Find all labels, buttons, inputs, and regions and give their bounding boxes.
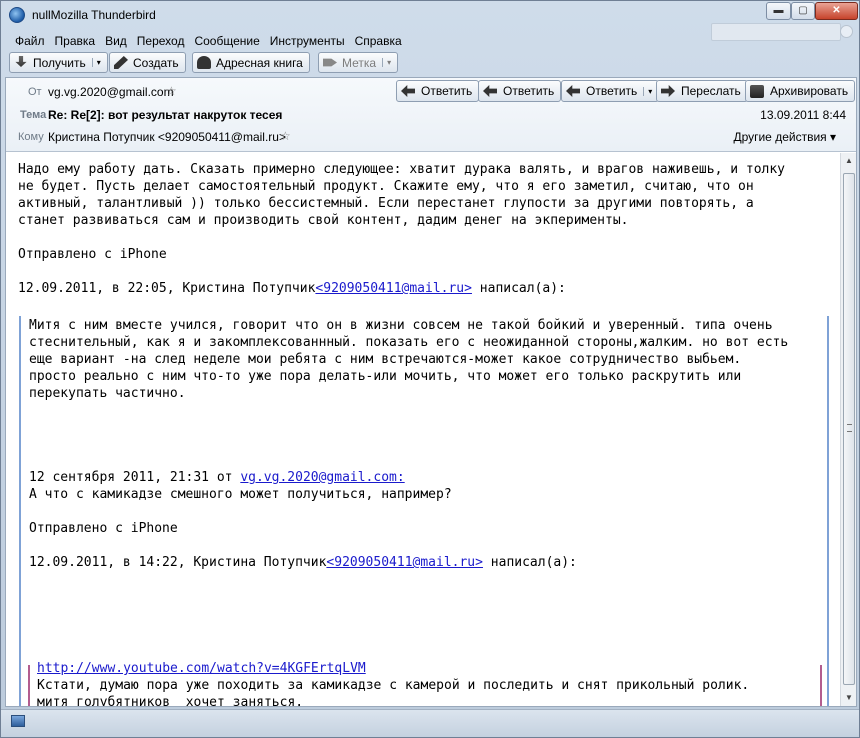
attribution-suffix: написал(а): xyxy=(482,555,577,570)
reply-button[interactable]: Ответить xyxy=(396,80,480,102)
reply-arrow-icon xyxy=(401,85,415,97)
chevron-down-icon[interactable]: ▾ xyxy=(643,86,652,96)
message-date: 13.09.2011 8:44 xyxy=(760,108,846,122)
youtube-link-line: http://www.youtube.com/watch?v=4KGFErtqL… xyxy=(37,660,366,677)
sent-from-iphone: Отправлено с iPhone xyxy=(18,247,167,262)
attribution-line: 12.09.2011, в 22:05, Кристина Потупчик<9… xyxy=(18,280,566,297)
star-icon[interactable]: ☆ xyxy=(166,84,177,98)
compose-label: Создать xyxy=(133,55,179,70)
quote-line: еще вариант -на след неделе мои ребята с… xyxy=(29,352,742,367)
attribution-text: 12.09.2011, в 22:05, Кристина Потупчик xyxy=(18,281,316,296)
download-icon xyxy=(15,56,27,68)
quote-line: А что с камикадзе смешного может получит… xyxy=(29,487,452,502)
message-pane: От vg.vg.2020@gmail.com ☆ Ответить Ответ… xyxy=(5,77,857,707)
message-body: Надо ему работу дать. Сказать примерно с… xyxy=(6,153,840,706)
tag-icon xyxy=(323,58,337,67)
archive-label: Архивировать xyxy=(770,84,849,98)
window-title: nullMozilla Thunderbird xyxy=(32,8,156,22)
archive-button[interactable]: Архивировать xyxy=(745,80,856,102)
address-book-button[interactable]: Адресная книга xyxy=(192,52,310,73)
menu-file[interactable]: Файл xyxy=(5,32,50,50)
attribution-line: 12.09.2011, в 14:22, Кристина Потупчик<9… xyxy=(29,554,577,571)
archive-box-icon xyxy=(750,84,764,98)
email-link[interactable]: <9209050411@mail.ru> xyxy=(326,555,483,570)
search-icon xyxy=(840,25,853,38)
menu-tools[interactable]: Инструменты xyxy=(265,32,350,50)
to-label: Кому xyxy=(18,131,44,143)
sent-from-iphone: Отправлено с iPhone xyxy=(29,521,178,536)
address-book-icon xyxy=(197,56,211,69)
reply-list-button[interactable]: Ответить ▾ xyxy=(561,80,660,102)
scroll-down-arrow-icon[interactable]: ▼ xyxy=(842,691,856,705)
attribution-line: 12 сентября 2011, 21:31 от vg.vg.2020@gm… xyxy=(29,469,405,486)
maximize-button[interactable]: ▢ xyxy=(791,2,815,20)
minimize-button[interactable]: ▬ xyxy=(766,2,791,20)
reply-label: Ответить xyxy=(421,84,473,98)
from-value[interactable]: vg.vg.2020@gmail.com xyxy=(48,85,174,99)
youtube-link[interactable]: http://www.youtube.com/watch?v=4KGFErtqL… xyxy=(37,661,366,676)
get-mail-label: Получить xyxy=(33,55,86,70)
chevron-down-icon[interactable]: ▾ xyxy=(91,58,101,67)
forward-arrow-icon xyxy=(661,85,675,97)
menu-go[interactable]: Переход xyxy=(132,32,190,50)
get-mail-button[interactable]: Получить ▾ xyxy=(9,52,108,73)
from-label: От xyxy=(28,86,42,98)
body-line: станет развиваться сам и производить сво… xyxy=(18,213,629,228)
chevron-down-icon: ▾ xyxy=(382,58,391,67)
attribution-suffix: написал(а): xyxy=(471,281,566,296)
quote-line: перекупать частично. xyxy=(29,386,186,401)
quote-line: Митя с ним вместе учился, говорит что он… xyxy=(29,318,773,333)
email-link[interactable]: <9209050411@mail.ru> xyxy=(315,281,472,296)
body-line: Надо ему работу дать. Сказать примерно с… xyxy=(18,162,786,177)
quote-line: Кстати, думаю пора уже походить за камик… xyxy=(37,678,750,693)
scroll-thumb[interactable] xyxy=(843,173,855,685)
menu-view[interactable]: Вид xyxy=(100,32,132,50)
to-value[interactable]: Кристина Потупчик <9209050411@mail.ru> xyxy=(48,130,286,144)
menu-help[interactable]: Справка xyxy=(350,32,407,50)
other-actions-menu[interactable]: Другие действия ▾ xyxy=(733,130,836,144)
quote-line: стеснительный, как я и закомплексованнны… xyxy=(29,335,789,350)
app-window: nullMozilla Thunderbird ▬ ▢ ✕ Файл Правк… xyxy=(0,0,860,738)
thunderbird-logo-icon xyxy=(9,7,25,23)
email-link[interactable]: vg.vg.2020@gmail.com: xyxy=(240,470,404,485)
menu-edit[interactable]: Правка xyxy=(50,32,101,50)
main-toolbar: Получить ▾ Создать Адресная книга Метка … xyxy=(5,51,857,75)
status-bar xyxy=(1,709,859,737)
forward-button[interactable]: Переслать xyxy=(656,80,748,102)
message-header: От vg.vg.2020@gmail.com ☆ Ответить Ответ… xyxy=(6,78,856,152)
menu-bar: Файл Правка Вид Переход Сообщение Инстру… xyxy=(5,32,805,50)
star-icon[interactable]: ☆ xyxy=(280,129,291,143)
tag-button[interactable]: Метка ▾ xyxy=(318,52,399,73)
address-book-label: Адресная книга xyxy=(216,55,303,70)
compose-button[interactable]: Создать xyxy=(109,52,186,73)
forward-label: Переслать xyxy=(681,84,741,98)
reply-list-label: Ответить xyxy=(586,84,638,98)
search-box-faded xyxy=(711,23,841,41)
body-line: активный, талантливый )) только бессисте… xyxy=(18,196,754,211)
subject-value: Re: Re[2]: вот результат накруток тесея xyxy=(48,108,283,122)
quote-line: просто реально с ним что-то уже пора дел… xyxy=(29,369,742,384)
reply-all-arrow-icon xyxy=(483,85,497,97)
pencil-icon xyxy=(114,56,128,69)
online-status-icon[interactable] xyxy=(11,715,25,727)
menu-message[interactable]: Сообщение xyxy=(189,32,264,50)
tag-label: Метка xyxy=(342,55,377,70)
reply-all-label: Ответить xyxy=(503,84,555,98)
reply-all-button[interactable]: Ответить xyxy=(478,80,562,102)
scroll-up-arrow-icon[interactable]: ▲ xyxy=(842,154,856,168)
reply-list-arrow-icon xyxy=(566,85,580,97)
subject-label: Тема xyxy=(20,109,47,121)
grip-icon xyxy=(847,424,852,432)
quote-line: митя голубятников хочет заняться. xyxy=(37,695,304,706)
close-button[interactable]: ✕ xyxy=(815,2,858,20)
attribution-text: 12 сентября 2011, 21:31 от xyxy=(29,470,241,485)
attribution-text: 12.09.2011, в 14:22, Кристина Потупчик xyxy=(29,555,327,570)
body-line: не будет. Пусть делает самостоятельный п… xyxy=(18,179,754,194)
vertical-scrollbar[interactable]: ▲ ▼ xyxy=(840,153,856,706)
